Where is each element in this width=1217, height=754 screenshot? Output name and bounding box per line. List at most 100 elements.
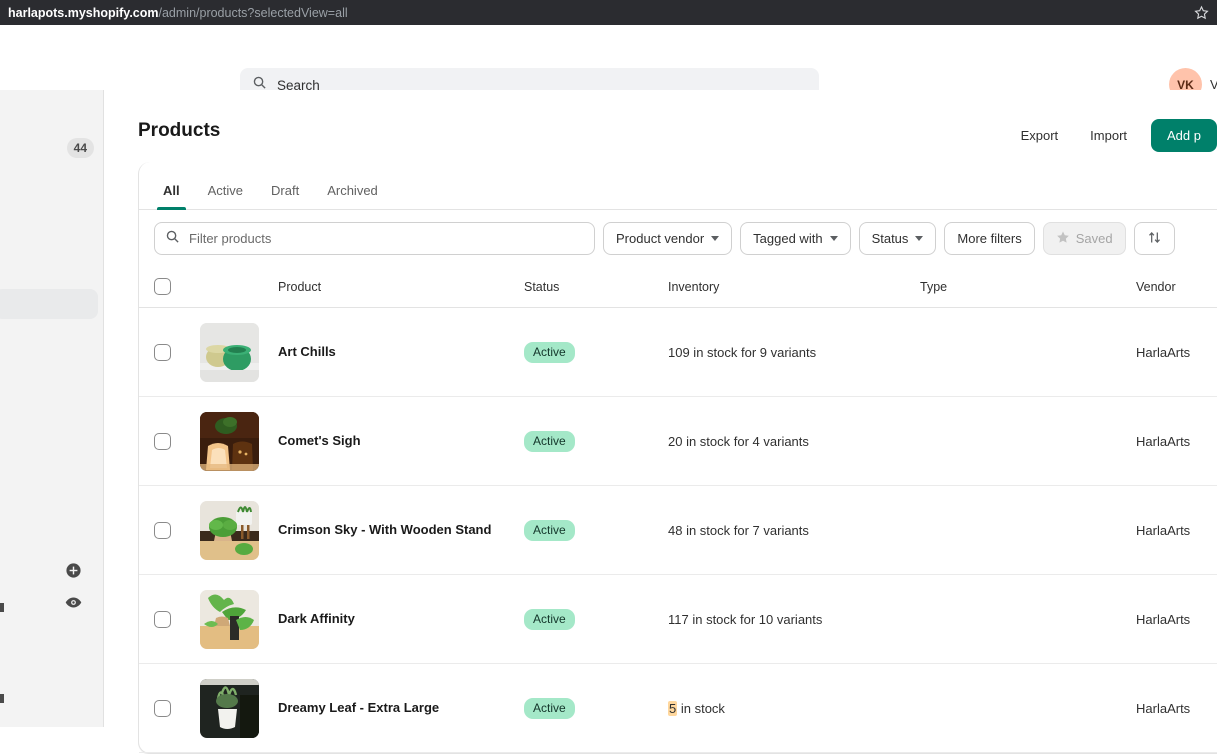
row-checkbox[interactable] — [154, 344, 171, 361]
product-thumbnail[interactable] — [200, 590, 259, 649]
product-name[interactable]: Dreamy Leaf - Extra Large — [278, 700, 439, 715]
row-checkbox[interactable] — [154, 700, 171, 717]
import-button[interactable]: Import — [1076, 120, 1141, 151]
saved-button[interactable]: Saved — [1043, 222, 1126, 255]
sort-arrows-icon — [1147, 230, 1162, 248]
filter-products-input[interactable]: Filter products — [154, 222, 595, 255]
sort-button[interactable] — [1134, 222, 1175, 255]
products-card: All Active Draft Archived Filter product… — [138, 162, 1217, 754]
product-thumbnail-cell — [200, 501, 278, 560]
column-header-inventory[interactable]: Inventory — [668, 280, 920, 294]
product-inventory-cell: 20 in stock for 4 variants — [668, 434, 920, 449]
product-name[interactable]: Dark Affinity — [278, 611, 355, 626]
product-name-cell: Crimson Sky - With Wooden Stand — [278, 520, 524, 540]
row-select-cell — [154, 611, 200, 628]
table-row[interactable]: Comet's Sigh Active 20 in stock for 4 va… — [139, 397, 1217, 486]
product-thumbnail[interactable] — [200, 501, 259, 560]
product-name[interactable]: Art Chills — [278, 344, 336, 359]
search-icon — [165, 229, 180, 249]
status-badge: Active — [524, 698, 575, 719]
url-text[interactable]: harlapots.myshopify.com/admin/products?s… — [8, 6, 348, 20]
chevron-down-icon — [711, 236, 719, 241]
product-status-cell: Active — [524, 609, 668, 630]
product-thumbnail[interactable] — [200, 323, 259, 382]
product-status-cell: Active — [524, 431, 668, 452]
chevron-down-icon — [915, 236, 923, 241]
column-header-vendor[interactable]: Vendor — [1136, 280, 1217, 294]
product-inventory-cell: 5 in stock — [668, 701, 920, 716]
row-checkbox[interactable] — [154, 522, 171, 539]
column-header-type[interactable]: Type — [920, 280, 1136, 294]
eye-icon[interactable] — [65, 594, 82, 611]
sidebar: 44 — [0, 90, 104, 727]
table-row[interactable]: Dark Affinity Active 117 in stock for 10… — [139, 575, 1217, 664]
product-thumbnail-cell — [200, 679, 278, 738]
export-button[interactable]: Export — [1007, 120, 1073, 151]
page-header: Products Export Import Add p — [138, 110, 1217, 152]
status-badge: Active — [524, 431, 575, 452]
inventory-text: 109 in stock for 9 variants — [668, 345, 816, 360]
product-vendor-filter[interactable]: Product vendor — [603, 222, 732, 255]
products-table-body: Art Chills Active 109 in stock for 9 var… — [139, 308, 1217, 753]
inventory-text: 48 in stock for 7 variants — [668, 523, 809, 538]
sidebar-clipped-glyph — [0, 694, 4, 703]
status-label: Status — [872, 231, 909, 246]
product-name-cell: Dark Affinity — [278, 609, 524, 629]
product-status-cell: Active — [524, 698, 668, 719]
select-all-checkbox[interactable] — [154, 278, 171, 295]
inventory-text: 117 in stock for 10 variants — [668, 612, 822, 627]
row-checkbox[interactable] — [154, 433, 171, 450]
product-thumbnail[interactable] — [200, 412, 259, 471]
url-host: harlapots.myshopify.com — [8, 6, 159, 20]
table-row[interactable]: Art Chills Active 109 in stock for 9 var… — [139, 308, 1217, 397]
status-filter[interactable]: Status — [859, 222, 937, 255]
inventory-text: in stock — [681, 701, 725, 716]
tab-draft[interactable]: Draft — [257, 173, 313, 209]
product-vendor-cell: HarlaArts — [1136, 523, 1217, 538]
more-filters-button[interactable]: More filters — [944, 222, 1034, 255]
product-name-cell: Art Chills — [278, 342, 524, 362]
page-title: Products — [138, 120, 220, 142]
sidebar-clipped-glyph — [0, 603, 4, 612]
table-header-row: Product Status Inventory Type Vendor — [139, 266, 1217, 308]
product-name[interactable]: Comet's Sigh — [278, 433, 361, 448]
column-header-status[interactable]: Status — [524, 280, 668, 294]
product-thumbnail-cell — [200, 323, 278, 382]
product-thumbnail-cell — [200, 590, 278, 649]
tab-archived[interactable]: Archived — [313, 173, 392, 209]
column-header-product[interactable]: Product — [278, 280, 524, 294]
product-name-cell: Comet's Sigh — [278, 431, 524, 451]
product-name-cell: Dreamy Leaf - Extra Large — [278, 698, 524, 718]
product-name[interactable]: Crimson Sky - With Wooden Stand — [278, 522, 491, 537]
row-checkbox[interactable] — [154, 611, 171, 628]
select-all-cell — [154, 278, 200, 295]
filter-row: Filter products Product vendor Tagged wi… — [139, 210, 1217, 266]
product-vendor-cell: HarlaArts — [1136, 345, 1217, 360]
plus-circle-icon[interactable] — [65, 562, 82, 579]
more-filters-label: More filters — [957, 231, 1021, 246]
sidebar-badge-count: 44 — [67, 138, 94, 158]
add-product-button[interactable]: Add p — [1151, 119, 1217, 152]
product-thumbnail-cell — [200, 412, 278, 471]
tab-all[interactable]: All — [149, 173, 194, 209]
app-top-bar: Search VK V — [0, 25, 1217, 90]
product-vendor-cell: HarlaArts — [1136, 434, 1217, 449]
product-thumbnail[interactable] — [200, 679, 259, 738]
tagged-with-label: Tagged with — [753, 231, 822, 246]
product-vendor-cell: HarlaArts — [1136, 701, 1217, 716]
row-select-cell — [154, 433, 200, 450]
star-icon — [1056, 230, 1070, 247]
product-status-cell: Active — [524, 342, 668, 363]
table-row[interactable]: Dreamy Leaf - Extra Large Active 5 in st… — [139, 664, 1217, 753]
row-select-cell — [154, 700, 200, 717]
inventory-text: 20 in stock for 4 variants — [668, 434, 809, 449]
filter-products-placeholder: Filter products — [189, 231, 271, 246]
tab-active[interactable]: Active — [194, 173, 257, 209]
tagged-with-filter[interactable]: Tagged with — [740, 222, 850, 255]
status-badge: Active — [524, 342, 575, 363]
star-icon[interactable] — [1194, 5, 1209, 20]
table-row[interactable]: Crimson Sky - With Wooden Stand Active 4… — [139, 486, 1217, 575]
sidebar-item-active[interactable] — [0, 289, 98, 319]
chevron-down-icon — [830, 236, 838, 241]
status-badge: Active — [524, 520, 575, 541]
